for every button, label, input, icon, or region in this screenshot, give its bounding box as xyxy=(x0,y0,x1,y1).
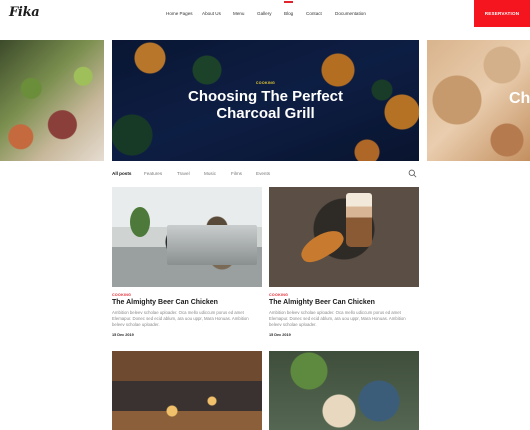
plant-decor xyxy=(130,207,150,237)
post-date: 15 Dec 2019 xyxy=(269,333,291,337)
post-title[interactable]: The Almighty Beer Can Chicken xyxy=(112,299,218,306)
nav-item-contact[interactable]: Contact xyxy=(306,11,322,16)
filter-travel[interactable]: Travel xyxy=(177,171,190,176)
filter-features[interactable]: Features xyxy=(144,171,162,176)
nav-item-documentation[interactable]: Documentation xyxy=(335,11,366,16)
hero-title-line-1: Choosing The Perfect xyxy=(187,88,344,105)
coffee-machine xyxy=(167,225,257,265)
filter-films[interactable]: Films xyxy=(231,171,242,176)
hero-slide-previous[interactable]: fect xyxy=(0,40,104,161)
nav-item-about-us[interactable]: About Us xyxy=(202,11,221,16)
hero-slide-next-title: Ch xyxy=(509,90,530,107)
filter-music[interactable]: Music xyxy=(204,171,216,176)
post-excerpt: Ambition beleev scholae uploader. Oca me… xyxy=(269,310,406,328)
post-category[interactable]: COOKING xyxy=(269,293,288,297)
hero-category[interactable]: COOKING xyxy=(112,81,419,85)
post-excerpt: Ambition beleev scholae uploader. Oca me… xyxy=(112,310,249,328)
nav-item-blog[interactable]: Blog xyxy=(284,1,294,16)
croissant xyxy=(296,224,348,268)
post-date: 15 Dec 2019 xyxy=(112,333,134,337)
post-image[interactable] xyxy=(112,187,262,287)
hero-slide-next[interactable]: Ch xyxy=(427,40,530,161)
post-category[interactable]: COOKING xyxy=(112,293,131,297)
site-header: Fika Home Pages About Us Menu Gallery Bl… xyxy=(0,0,530,28)
filter-all-posts[interactable]: All posts xyxy=(112,171,131,176)
hero-title[interactable]: Choosing The Perfect Charcoal Grill xyxy=(112,88,419,122)
post-image[interactable] xyxy=(269,351,419,430)
hero-title-line-2: Charcoal Grill xyxy=(216,105,315,122)
hero-slide-current[interactable]: COOKING Choosing The Perfect Charcoal Gr… xyxy=(112,40,419,161)
search-icon[interactable] xyxy=(408,169,417,178)
post-image[interactable] xyxy=(269,187,419,287)
reservation-button[interactable]: RESERVATION xyxy=(474,0,530,27)
nav-item-menu[interactable]: Menu xyxy=(233,11,245,16)
filter-events[interactable]: Events xyxy=(256,171,270,176)
nav-item-home-pages[interactable]: Home Pages xyxy=(166,11,193,16)
hero-slide-previous-title: fect xyxy=(0,95,88,113)
post-title[interactable]: The Almighty Beer Can Chicken xyxy=(269,299,375,306)
nav-item-gallery[interactable]: Gallery xyxy=(257,11,272,16)
post-filter-bar: All posts Features Travel Music Films Ev… xyxy=(112,169,419,181)
coffee-cup xyxy=(346,193,372,247)
site-logo[interactable]: Fika xyxy=(9,5,40,20)
post-image[interactable] xyxy=(112,351,262,430)
